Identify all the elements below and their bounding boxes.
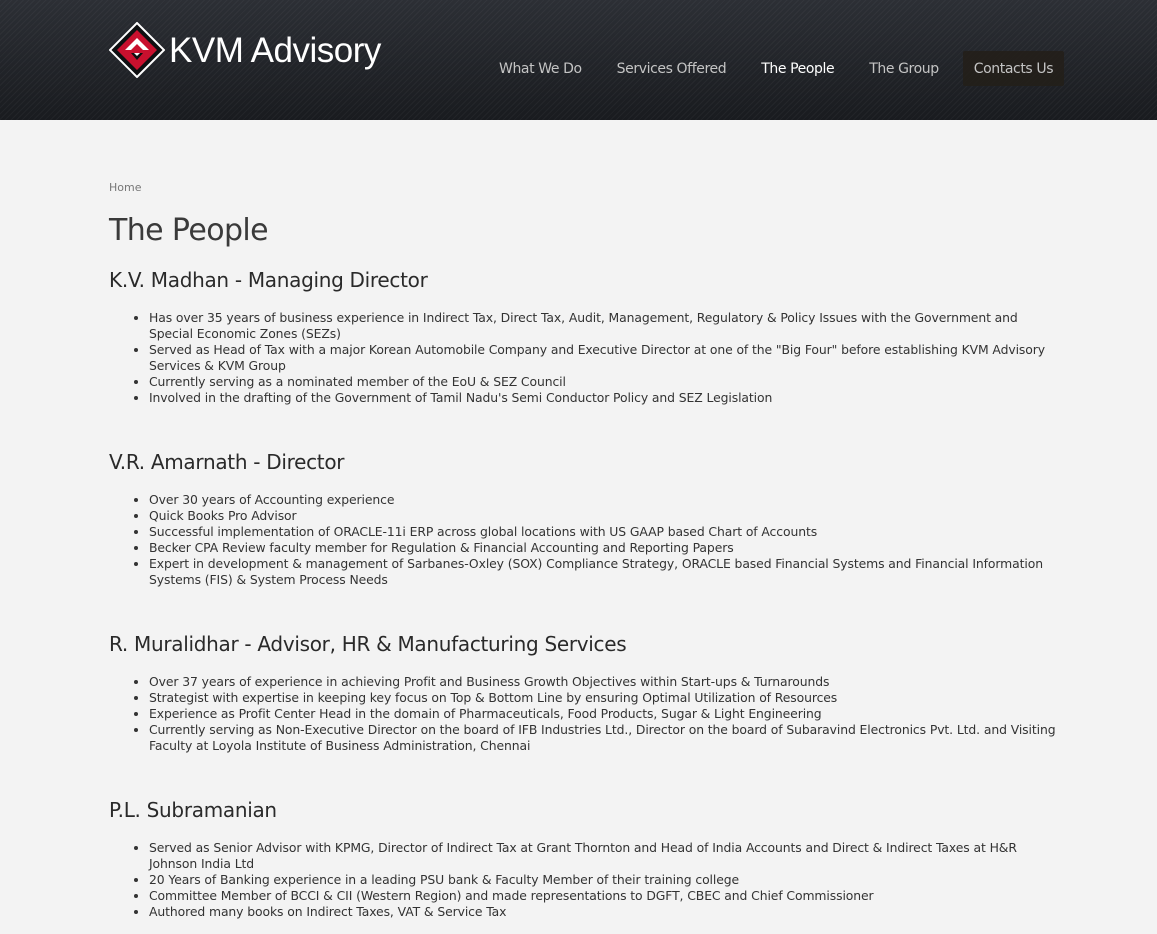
list-item: Over 37 years of experience in achieving… [149, 674, 1059, 690]
nav-the-people[interactable]: The People [750, 51, 845, 86]
main-content: Home The People K.V. Madhan - Managing D… [109, 181, 1059, 919]
list-item: Successful implementation of ORACLE-11i … [149, 524, 1059, 540]
logo[interactable]: KVM Advisory [109, 22, 381, 78]
person-points: Over 37 years of experience in achieving… [109, 674, 1059, 754]
person-section: P.L. Subramanian Served as Senior Adviso… [109, 797, 1059, 920]
list-item: Becker CPA Review faculty member for Reg… [149, 540, 1059, 556]
person-section: V.R. Amarnath - Director Over 30 years o… [109, 449, 1059, 588]
nav-services-offered[interactable]: Services Offered [606, 51, 738, 86]
list-item: Experience as Profit Center Head in the … [149, 706, 1059, 722]
logo-text: KVM Advisory [169, 31, 381, 70]
person-section: K.V. Madhan - Managing Director Has over… [109, 267, 1059, 406]
list-item: Has over 35 years of business experience… [149, 310, 1059, 342]
person-section: R. Muralidhar - Advisor, HR & Manufactur… [109, 631, 1059, 754]
list-item: Strategist with expertise in keeping key… [149, 690, 1059, 706]
list-item: Expert in development & management of Sa… [149, 556, 1059, 588]
page-title: The People [109, 213, 269, 248]
list-item: Served as Senior Advisor with KPMG, Dire… [149, 840, 1059, 872]
nav-contacts-us[interactable]: Contacts Us [962, 51, 1065, 86]
list-item: Over 30 years of Accounting experience [149, 492, 1059, 508]
list-item: Committee Member of BCCI & CII (Western … [149, 888, 1059, 904]
list-item: Quick Books Pro Advisor [149, 508, 1059, 524]
site-header: KVM Advisory What We Do Services Offered… [0, 0, 1157, 120]
main-nav: What We Do Services Offered The People T… [488, 51, 1065, 86]
nav-what-we-do[interactable]: What We Do [488, 51, 593, 86]
person-points: Served as Senior Advisor with KPMG, Dire… [109, 840, 1059, 920]
person-name: P.L. Subramanian [109, 798, 277, 822]
list-item: Involved in the drafting of the Governme… [149, 390, 1059, 406]
breadcrumb-home-link[interactable]: Home [109, 181, 141, 194]
nav-the-group[interactable]: The Group [858, 51, 950, 86]
list-item: 20 Years of Banking experience in a lead… [149, 872, 1059, 888]
person-points: Over 30 years of Accounting experience Q… [109, 492, 1059, 588]
breadcrumb: Home [109, 181, 1059, 199]
list-item: Currently serving as a nominated member … [149, 374, 1059, 390]
person-name: R. Muralidhar - Advisor, HR & Manufactur… [109, 632, 627, 656]
person-name: K.V. Madhan - Managing Director [109, 268, 428, 292]
list-item: Served as Head of Tax with a major Korea… [149, 342, 1059, 374]
person-name: V.R. Amarnath - Director [109, 450, 345, 474]
list-item: Authored many books on Indirect Taxes, V… [149, 904, 1059, 920]
person-points: Has over 35 years of business experience… [109, 310, 1059, 406]
kvm-diamond-logo-icon [109, 22, 165, 78]
list-item: Currently serving as Non-Executive Direc… [149, 722, 1059, 754]
